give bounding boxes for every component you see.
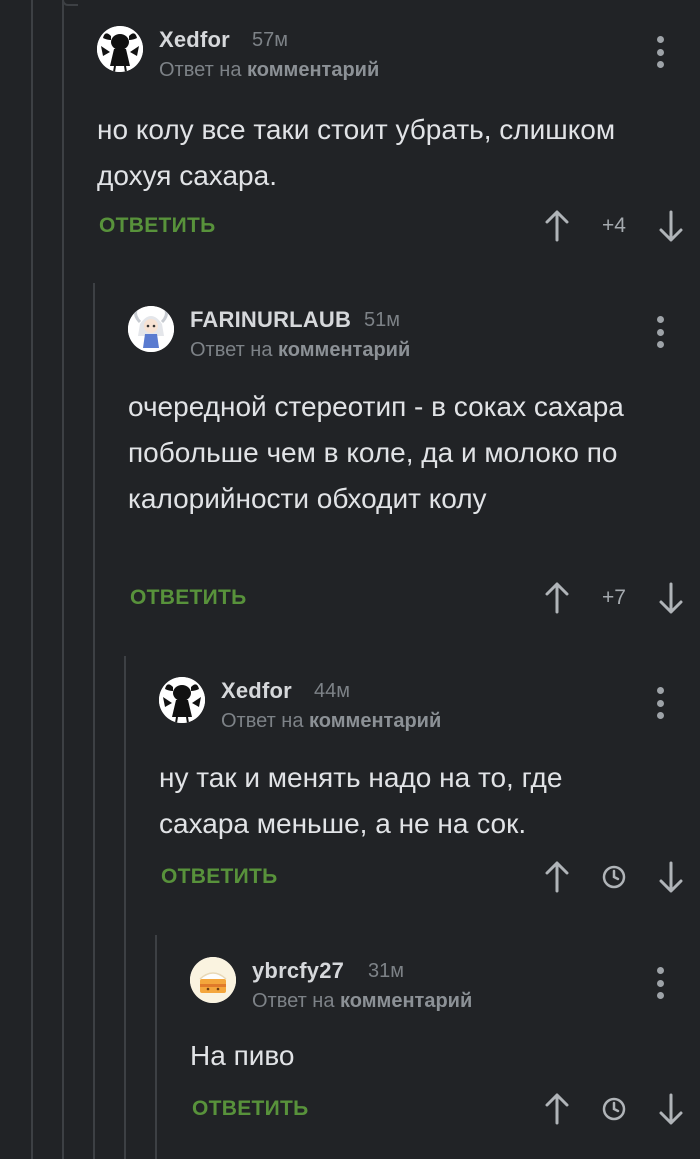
reply-to[interactable]: Ответ на комментарий [221,710,441,733]
rating: +7 [602,586,626,609]
avatar[interactable] [97,26,143,72]
clock-icon [599,857,629,897]
clock-icon [599,1089,629,1129]
comment-text: но колу все таки стоит убрать, слишком д… [97,114,616,191]
vote-down-arrow-icon[interactable] [656,578,686,618]
reply-to[interactable]: Ответ на комментарий [190,339,410,362]
vote-down-arrow-icon[interactable] [656,1089,686,1129]
reply-prefix: Ответ на [190,339,273,361]
username[interactable]: FARINURLAUB [190,307,351,333]
comment-text: ну так и менять надо на то, где сахара м… [159,762,563,839]
reply-to[interactable]: Ответ на комментарий [159,59,379,82]
more-options-icon[interactable] [652,687,668,719]
reply-target[interactable]: комментарий [309,710,441,732]
vote-up-arrow-icon[interactable] [542,1089,572,1129]
avatar[interactable] [190,957,236,1003]
girl-silhouette-avatar [97,26,143,72]
more-options-icon[interactable] [652,967,668,999]
comment-text: очередной стереотип - в соках сахара поб… [128,391,624,514]
comment-time: 51м [364,309,400,331]
reply-prefix: Ответ на [252,990,335,1012]
reply-button[interactable]: ОТВЕТИТЬ [130,586,247,610]
comment-time: 57м [252,29,288,51]
comment-actions: ОТВЕТИТЬ +7 [128,578,700,618]
more-options-icon[interactable] [652,316,668,348]
comment-time: 44м [314,680,350,702]
vote-up-arrow-icon[interactable] [542,578,572,618]
comment-actions: ОТВЕТИТЬ +4 [97,206,700,246]
comment-actions: ОТВЕТИТЬ [159,857,700,897]
vote-down-arrow-icon[interactable] [656,857,686,897]
username[interactable]: Xedfor [159,27,230,53]
avatar[interactable] [159,677,205,723]
comment-actions: ОТВЕТИТЬ [190,1089,700,1129]
vote-up-arrow-icon[interactable] [542,857,572,897]
reply-target[interactable]: комментарий [340,990,472,1012]
cake-avatar [190,957,236,1003]
reply-button[interactable]: ОТВЕТИТЬ [192,1097,309,1121]
comment: Xedfor 44м Ответ на комментарий ну так и… [159,677,700,907]
comment-time: 31м [368,960,404,982]
reply-prefix: Ответ на [221,710,304,732]
thread-line [93,283,95,1159]
girl-silhouette-avatar [159,677,205,723]
vote-down-arrow-icon[interactable] [656,206,686,246]
comment: ybrcfy27 31м Ответ на комментарий На пив… [190,957,700,1157]
rating: +4 [602,214,626,237]
comment-text: На пиво [190,1040,295,1071]
reply-to[interactable]: Ответ на комментарий [252,990,472,1013]
vote-up-arrow-icon[interactable] [542,206,572,246]
reply-target[interactable]: комментарий [247,59,379,81]
comment: FARINURLAUB 51м Ответ на комментарий оче… [128,306,700,626]
avatar[interactable] [128,306,174,352]
anime-girl-avatar [128,306,174,352]
username[interactable]: Xedfor [221,678,292,704]
reply-button[interactable]: ОТВЕТИТЬ [99,214,216,238]
more-options-icon[interactable] [652,36,668,68]
thread-line [62,0,64,1159]
reply-button[interactable]: ОТВЕТИТЬ [161,865,278,889]
thread-line [155,935,157,1159]
reply-prefix: Ответ на [159,59,242,81]
comment: Xedfor 57м Ответ на комментарий но колу … [97,26,700,266]
thread-corner [62,0,78,6]
thread-line [31,0,33,1159]
thread-line [124,656,126,1159]
reply-target[interactable]: комментарий [278,339,410,361]
username[interactable]: ybrcfy27 [252,958,344,984]
